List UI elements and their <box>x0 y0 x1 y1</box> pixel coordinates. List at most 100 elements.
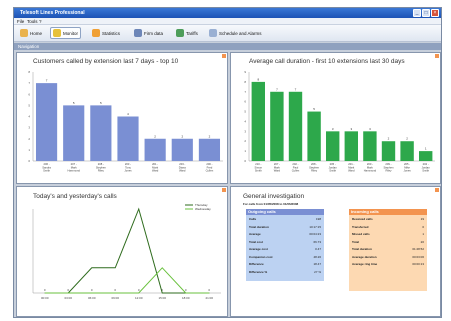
stat-row: Received calls 19 <box>349 215 427 223</box>
stat-value: 198 <box>315 217 321 221</box>
bar[interactable] <box>419 151 433 161</box>
series-line[interactable] <box>44 207 210 294</box>
bar-value-label: 5 <box>73 101 75 105</box>
y-tick-label: 7 <box>28 81 30 85</box>
x-tick-label: Hammond <box>68 169 81 173</box>
menu-tools[interactable]: Tools <box>27 19 38 24</box>
bar-value-label: 2 <box>388 137 390 141</box>
y-tick-label: 6 <box>244 100 246 104</box>
outgoing-calls-table: Outgoing calls Calls 198 Total duration 10:… <box>246 209 324 281</box>
bar[interactable] <box>270 91 284 161</box>
bar-value-label: 2 <box>406 137 408 141</box>
legend-label: Wednesday <box>195 207 211 211</box>
menu-file[interactable]: File <box>17 19 24 24</box>
y-tick-label: 7 <box>244 90 246 94</box>
x-tick-label: 00:00 <box>41 296 49 300</box>
y-tick-label: 5 <box>28 103 30 107</box>
menu-bar: File Tools ? <box>14 18 441 25</box>
line-chart-today-yesterday: 00:00003:00006:00009:00012:00015:00018:0… <box>32 203 221 300</box>
bar[interactable] <box>326 131 340 161</box>
toolbar: Home Monitor Statistics Firm data Tariff… <box>14 25 441 42</box>
bar[interactable] <box>198 138 221 161</box>
y-tick-label: 3 <box>28 126 30 130</box>
x-tick-label: Smith <box>422 169 429 173</box>
point-value-label: 0 <box>185 288 187 292</box>
bar[interactable] <box>381 141 396 161</box>
toolbar-tariffs-button[interactable]: Tariffs <box>174 27 200 39</box>
bar-value-label: 3 <box>350 127 352 131</box>
stat-value: 18.47 <box>313 262 321 266</box>
stat-label: Total duration <box>352 247 372 251</box>
bar[interactable] <box>288 91 303 161</box>
y-tick-label: 1 <box>28 148 30 152</box>
title-bar: Telesoft Lines Professional _ □ × <box>14 8 441 18</box>
bar[interactable] <box>90 105 112 161</box>
toolbar-statistics-button[interactable]: Statistics <box>90 27 122 39</box>
stat-label: Average <box>249 232 261 236</box>
stat-label: Companion cost <box>249 254 273 259</box>
toolbar-monitor-label: Monitor <box>63 30 79 36</box>
stat-row: Total duration 10:17:15 <box>246 223 324 231</box>
x-tick-label: 18:00 <box>182 296 190 300</box>
maximize-button[interactable]: □ <box>422 9 430 17</box>
toolbar-schedule-alarms-button[interactable]: Schedule and Alarms <box>207 27 264 39</box>
stat-value: 00:04:23 <box>309 232 321 236</box>
firm-data-icon <box>134 29 142 37</box>
panel-title: General investigation <box>243 193 305 200</box>
stat-value: 48.26 <box>313 254 321 259</box>
bar[interactable] <box>363 131 377 161</box>
panel-top-extensions: Customers called by extension last 7 day… <box>16 52 228 184</box>
stat-label: Average ring time <box>352 262 378 266</box>
dashboard: Customers called by extension last 7 day… <box>16 52 441 317</box>
stat-value: 0.47 <box>315 247 321 251</box>
x-tick-label: Smith <box>43 169 50 173</box>
bar[interactable] <box>307 111 321 161</box>
y-tick-label: 2 <box>28 137 30 141</box>
x-tick-label: Ward <box>274 169 281 173</box>
stat-row: Companion cost 48.26 <box>246 253 324 261</box>
stat-row: Total cost 66.73 <box>246 238 324 246</box>
stat-label: Missed calls <box>352 232 370 236</box>
stat-row: Missed calls 1 <box>349 230 427 238</box>
stat-value: 00:03:06 <box>412 254 424 259</box>
stat-value: 27 % <box>314 269 321 274</box>
y-tick-label: 8 <box>28 70 30 74</box>
x-tick-label: Jones <box>404 169 412 173</box>
x-tick-label: Cullen <box>292 169 300 173</box>
stat-row: Average duration 00:03:06 <box>349 253 427 261</box>
y-tick-label: 3 <box>244 129 246 133</box>
bar-value-label: 2 <box>154 134 156 138</box>
bar[interactable] <box>35 83 58 161</box>
toolbar-home-button[interactable]: Home <box>18 27 44 39</box>
y-tick-label: 4 <box>28 115 30 119</box>
bar[interactable] <box>400 141 414 161</box>
panel-general-investigation: General investigation For calls from 01/… <box>230 186 441 317</box>
home-icon <box>20 29 28 37</box>
stat-label: Average duration <box>352 254 377 259</box>
bar[interactable] <box>63 105 85 161</box>
y-tick-label: 4 <box>244 119 246 123</box>
bar-chart-top-extensions: 0123456787206 -SandraSmith5207 -MarkHamm… <box>28 70 223 173</box>
bar[interactable] <box>171 138 193 161</box>
bar-value-label: 5 <box>100 101 102 105</box>
y-tick-label: 0 <box>28 159 30 163</box>
x-tick-label: Riley <box>311 169 318 173</box>
stat-value: 01:28:52 <box>412 247 424 251</box>
bar[interactable] <box>344 131 358 161</box>
x-tick-label: 21:00 <box>205 296 213 300</box>
point-value-label: 0 <box>91 288 93 292</box>
stat-row: Total duration 01:28:52 <box>349 245 427 253</box>
panel-menu-icon[interactable] <box>435 188 439 192</box>
menu-help[interactable]: ? <box>39 19 42 24</box>
bar[interactable] <box>251 81 265 161</box>
bar[interactable] <box>117 116 139 162</box>
toolbar-monitor-button[interactable]: Monitor <box>50 27 82 39</box>
minimize-button[interactable]: _ <box>413 9 421 17</box>
location-bar: Navigation <box>14 43 441 50</box>
toolbar-firm-data-button[interactable]: Firm data <box>132 27 165 39</box>
stat-row: Total 20 <box>349 238 427 246</box>
bar-value-label: 7 <box>276 87 278 91</box>
bar[interactable] <box>144 138 166 161</box>
close-button[interactable]: × <box>431 9 439 17</box>
x-tick-label: Riley <box>386 169 393 173</box>
